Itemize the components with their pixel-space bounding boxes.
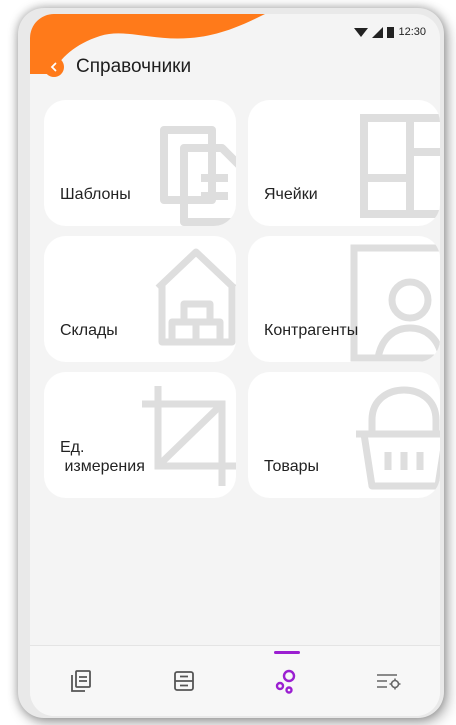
card-label: Ячейки — [264, 186, 318, 203]
contractor-icon — [350, 244, 440, 362]
cellular-icon — [372, 26, 384, 38]
nav-item-documents[interactable] — [51, 651, 111, 711]
card-cells[interactable]: Ячейки — [248, 100, 440, 226]
card-label: Контрагенты — [264, 322, 359, 339]
templates-icon — [160, 126, 236, 226]
status-bar: 12:30 — [354, 24, 426, 40]
documents-icon — [71, 670, 92, 692]
active-indicator — [274, 651, 301, 654]
card-units[interactable]: Ед. измерения — [44, 372, 236, 498]
basket-icon — [356, 386, 440, 490]
card-contractors[interactable]: Контрагенты — [248, 236, 440, 362]
nav-item-settings[interactable] — [359, 651, 419, 711]
nav-item-directories[interactable] — [256, 651, 316, 711]
bottom-nav — [30, 645, 440, 716]
card-products[interactable]: Товары — [248, 372, 440, 498]
card-label: Шаблоны — [60, 186, 131, 203]
status-time: 12:30 — [398, 26, 426, 38]
page-header: Справочники — [44, 56, 191, 78]
settings-list-icon — [376, 674, 401, 690]
measure-icon — [142, 386, 236, 486]
chevron-left-icon — [50, 62, 57, 72]
card-label: Склады — [60, 322, 118, 339]
nav-item-storage[interactable] — [154, 651, 214, 711]
back-button[interactable] — [44, 57, 64, 77]
card-templates[interactable]: Шаблоны — [44, 100, 236, 226]
page-title: Справочники — [76, 56, 192, 77]
card-label: Товары — [264, 458, 320, 475]
directories-icon — [276, 669, 296, 694]
wifi-icon — [354, 27, 369, 37]
warehouse-icon — [155, 248, 236, 346]
card-label: Ед. измерения — [60, 439, 145, 475]
battery-icon — [387, 27, 395, 38]
storage-icon — [173, 671, 194, 691]
card-warehouses[interactable]: Склады — [44, 236, 236, 362]
phone-screen: 12:30 Справочники Шаблоны Ячейки Склады … — [30, 14, 440, 716]
cells-icon — [360, 114, 440, 218]
